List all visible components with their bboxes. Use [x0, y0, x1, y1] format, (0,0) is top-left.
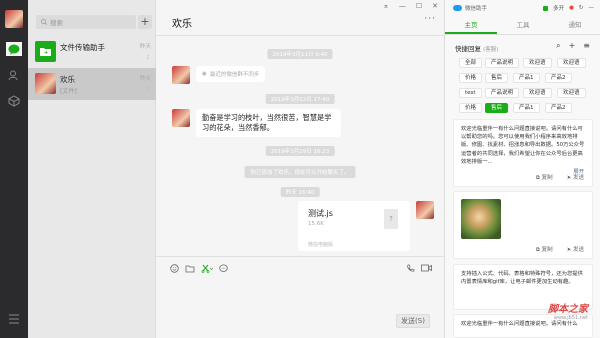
reply-actions: ⧉ 复制 ➤ 发送 [536, 245, 584, 254]
contacts-icon[interactable] [6, 68, 22, 82]
session-file-transfer[interactable]: 文件传输助手 昨天 ♪ [28, 36, 156, 68]
session-list: 搜索 + 文件传输助手 昨天 ♪ 欢乐 [文件] 昨天 ♪ [28, 0, 156, 338]
file-size: 15.6K [308, 221, 324, 227]
list-icon[interactable]: ≡ [583, 41, 590, 51]
send-button[interactable]: 发送(S) [396, 314, 430, 328]
voice-call-icon[interactable] [406, 264, 415, 275]
screenshot-icon[interactable] [201, 264, 214, 275]
mute-icon: ♪ [146, 86, 150, 93]
reply-tag[interactable]: 全部 [459, 58, 483, 68]
session-time: 昨天 [139, 44, 151, 50]
more-options-button[interactable]: ··· [424, 14, 436, 24]
reply-tag[interactable]: 产品2 [545, 103, 572, 113]
menu-icon[interactable] [6, 312, 22, 326]
multi-open-label[interactable]: 多开 [553, 4, 564, 12]
reply-text: 支持插入公式、代码、表格和特殊符号，还为您提供内置表情库和gif库，让电子邮件更… [461, 271, 583, 286]
session-huanle[interactable]: 欢乐 [文件] 昨天 ♪ [28, 68, 156, 100]
chat-history-icon[interactable] [219, 264, 228, 275]
file-message[interactable]: 测试.js 15.6K 微信电脑版 ? [298, 201, 410, 251]
video-call-icon[interactable] [421, 264, 432, 275]
favorites-icon[interactable] [6, 94, 22, 108]
chat-area: ⌅ — ☐ ✕ 欢乐 ··· 2019年3月11日 9:40 ◉ 最近的微信群不… [156, 0, 444, 338]
message-bubble[interactable]: 勤奋是学习的枝叶，当然很苦，智慧是学习的花朵，当然香郁。 [196, 109, 341, 137]
folder-icon[interactable] [185, 264, 195, 275]
timestamp: 2019年3月11日 9:40 [267, 49, 333, 59]
system-message: 你已添加了欢乐，现在可以开始聊天了。 [244, 166, 356, 178]
quoted-message[interactable]: ◉ 最近的微信群不同步 [196, 66, 266, 82]
weibo-icon[interactable]: ● [569, 5, 574, 11]
reply-tag[interactable]: 产品1 [513, 103, 540, 113]
left-rail [0, 0, 28, 338]
chat-header: 欢乐 ··· [156, 0, 444, 36]
contact-avatar [172, 109, 190, 127]
reply-tag-selected[interactable]: 售后 [485, 103, 509, 113]
tab-tools[interactable]: 工具 [497, 17, 549, 34]
file-source: 微信电脑版 [308, 242, 334, 248]
my-avatar [416, 201, 434, 219]
reply-tag[interactable]: 产品1 [513, 73, 540, 83]
reply-tag[interactable]: 欢迎语 [557, 88, 586, 98]
reply-tag[interactable]: 欢迎语 [523, 88, 552, 98]
contact-avatar [172, 66, 190, 84]
search-input[interactable]: 搜索 [36, 15, 136, 29]
reply-tag[interactable]: 售后 [485, 73, 509, 83]
file-name: 测试.js [308, 209, 333, 218]
session-title: 文件传输助手 [60, 43, 105, 52]
input-toolbar [170, 264, 228, 275]
assistant-top-controls: 多开 ● ↻ — [543, 4, 594, 12]
timestamp: 昨天 16:40 [280, 187, 320, 197]
contact-avatar [35, 73, 56, 94]
chat-title: 欢乐 [172, 19, 192, 30]
session-title: 欢乐 [60, 75, 75, 84]
cloud-icon [453, 5, 462, 11]
reply-tag[interactable]: 价格 [459, 73, 483, 83]
search-icon[interactable]: ⌕ [556, 41, 560, 51]
reply-tag[interactable]: 产品说明 [485, 88, 520, 98]
session-preview: [文件] [60, 88, 77, 95]
file-transfer-icon [35, 41, 56, 62]
reply-tag[interactable]: test [459, 88, 482, 98]
add-icon[interactable]: + [569, 41, 576, 51]
send-reply-button[interactable]: ➤ 发送 [567, 245, 584, 254]
call-toolbar [406, 264, 432, 275]
reply-card-image[interactable]: ⧉ 复制 ➤ 发送 [453, 191, 593, 259]
reply-tag[interactable]: 欢迎语 [523, 58, 552, 68]
reply-tag[interactable]: 产品2 [545, 73, 572, 83]
copy-button[interactable]: ⧉ 复制 [536, 173, 553, 182]
send-reply-button[interactable]: ➤ 发送 [567, 173, 584, 182]
watermark-logo: 脚本之家 www.jb51.net [548, 304, 588, 321]
reply-text: 欢迎光临重伴一有什么问题直接说吧。请问有什么可以帮助您的吗。您可以使用我们小程序… [461, 126, 585, 165]
search-icon [41, 19, 47, 25]
file-icon: ? [384, 209, 398, 229]
mute-icon: ♪ [146, 54, 150, 61]
location-icon: ◉ [202, 71, 207, 77]
reply-actions: ⧉ 复制 ➤ 发送 [536, 173, 584, 182]
add-chat-button[interactable]: + [138, 15, 152, 29]
timestamp: 2019年3月12日 17:40 [265, 94, 335, 104]
assistant-tabs: 主页 工具 通知 [445, 17, 600, 35]
assistant-panel: 微信助手 多开 ● ↻ — 主页 工具 通知 快捷回复 (客服) ⌕ + ≡ 全… [444, 0, 600, 338]
quick-reply-heading: 快捷回复 (客服) [455, 45, 499, 53]
search-placeholder: 搜索 [50, 19, 63, 27]
reply-tag[interactable]: 价格 [459, 103, 483, 113]
tab-notifications[interactable]: 通知 [549, 17, 600, 34]
quick-reply-toolbar: ⌕ + ≡ [556, 41, 590, 51]
tab-home[interactable]: 主页 [445, 17, 497, 34]
refresh-icon[interactable]: ↻ [579, 5, 584, 11]
user-avatar[interactable] [5, 10, 23, 28]
session-time: 昨天 [139, 76, 151, 82]
chat-icon[interactable] [6, 42, 22, 56]
timestamp: 2019年3月29日 16:23 [265, 146, 335, 156]
copy-button[interactable]: ⧉ 复制 [536, 245, 553, 254]
multi-open-icon [543, 5, 549, 11]
reply-card[interactable]: 欢迎光临重伴一有什么问题直接说吧。请问有什么可以帮助您的吗。您可以使用我们小程序… [453, 119, 593, 187]
reply-text: 欢迎光临重伴一有什么问题直接说吧。请问有什么 [461, 321, 578, 327]
emoji-icon[interactable] [170, 264, 179, 275]
minimize-panel-button[interactable]: — [589, 5, 595, 11]
reply-tag[interactable]: 欢迎语 [557, 58, 586, 68]
food-image [461, 199, 501, 239]
assistant-name: 微信助手 [465, 6, 488, 12]
reply-tag[interactable]: 产品说明 [485, 58, 520, 68]
